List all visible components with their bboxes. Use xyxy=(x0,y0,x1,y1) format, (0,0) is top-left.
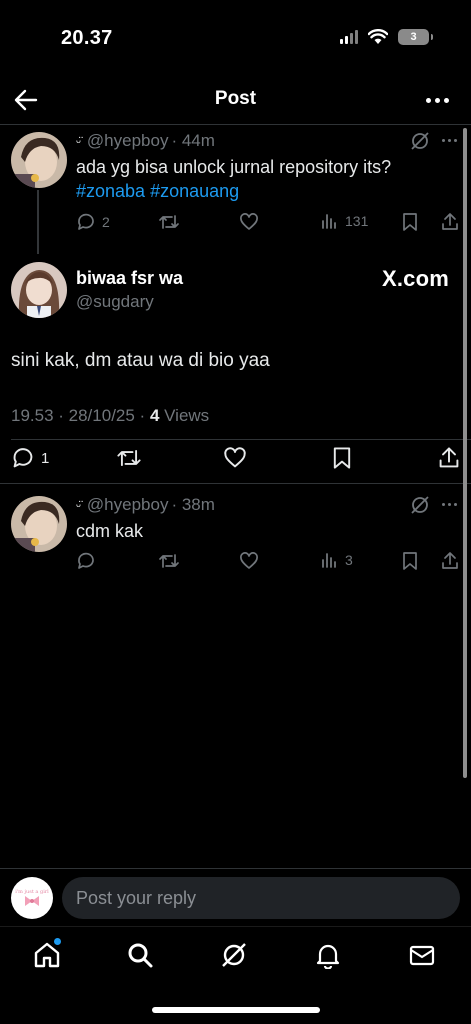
my-avatar[interactable]: i'm just a girl xyxy=(11,877,53,919)
grok-icon[interactable] xyxy=(410,495,430,515)
like-action[interactable] xyxy=(223,446,247,470)
repost-icon xyxy=(117,449,141,467)
avatar-image xyxy=(11,496,67,552)
reply-1-hashtags[interactable]: #zonaba #zonauang xyxy=(76,179,239,203)
views-count: 3 xyxy=(345,552,353,568)
share-icon xyxy=(442,552,458,569)
grok-icon xyxy=(222,943,246,967)
bookmark-icon xyxy=(333,447,351,469)
views-icon xyxy=(322,553,336,568)
views-count: 131 xyxy=(345,213,369,229)
comment-icon xyxy=(78,552,94,569)
reply-1-more-icon[interactable] xyxy=(442,139,457,142)
views-count[interactable]: 4 xyxy=(150,406,159,425)
page-title: Post xyxy=(214,88,257,109)
header: Post xyxy=(0,78,471,122)
post-meta: 19.53 · 28/10/25 · 4 Views xyxy=(11,406,209,426)
heart-icon xyxy=(224,447,246,468)
status-bar: 20.37 3 xyxy=(0,0,471,70)
like-action[interactable] xyxy=(239,551,259,571)
reply-count: 2 xyxy=(102,214,110,230)
bookmark-action[interactable] xyxy=(401,212,419,232)
reply-input[interactable] xyxy=(62,877,460,919)
bookmark-icon xyxy=(403,213,417,231)
author-handle[interactable]: @sugdary xyxy=(76,292,154,312)
tab-search[interactable] xyxy=(126,941,156,971)
bookmark-action[interactable] xyxy=(401,551,419,571)
avatar[interactable] xyxy=(11,496,67,552)
views-action[interactable]: 131 xyxy=(321,212,368,230)
avatar-image xyxy=(11,132,67,188)
repost-action[interactable] xyxy=(116,446,142,470)
heart-icon xyxy=(240,213,258,230)
bell-icon xyxy=(316,944,340,970)
repost-action[interactable] xyxy=(158,212,180,232)
comment-icon xyxy=(13,448,33,468)
like-action[interactable] xyxy=(239,212,259,232)
x-com-badge: X.com xyxy=(381,266,449,291)
home-indicator xyxy=(152,1007,320,1013)
reply-bar: i'm just a girl xyxy=(0,868,471,926)
reply-2-more-icon[interactable] xyxy=(442,503,457,506)
post-timestamp: 19.53 · 28/10/25 · xyxy=(11,406,150,425)
reply-1-time: · 44m xyxy=(171,131,215,150)
wifi-icon xyxy=(368,29,388,44)
share-icon xyxy=(439,447,459,468)
more-options-button[interactable] xyxy=(423,86,451,114)
bookmark-action[interactable] xyxy=(331,446,353,470)
views-action[interactable]: 3 xyxy=(321,551,353,569)
home-icon xyxy=(34,942,60,968)
search-icon xyxy=(128,943,153,968)
meta-divider xyxy=(11,439,471,440)
main-post-divider xyxy=(0,483,471,484)
tab-notifications[interactable] xyxy=(314,941,344,971)
heart-icon xyxy=(240,552,258,569)
repost-icon xyxy=(159,215,179,229)
signal-icon xyxy=(340,30,358,44)
thread-line xyxy=(37,190,39,254)
reply-2-handle[interactable]: @hyepboy xyxy=(87,495,169,515)
post-text: sini kak, dm atau wa di bio yaa xyxy=(11,350,270,371)
bookmark-icon xyxy=(403,552,417,570)
share-icon xyxy=(442,213,458,230)
tab-messages[interactable] xyxy=(408,941,438,971)
author-name[interactable]: biwaa fsr wa xyxy=(76,268,183,289)
views-label: Views xyxy=(159,406,210,425)
avatar-image xyxy=(11,262,67,318)
avatar[interactable] xyxy=(11,132,67,188)
comment-icon xyxy=(78,213,94,230)
reply-1-handle[interactable]: @hyepboy xyxy=(87,131,169,151)
reply-action[interactable] xyxy=(76,551,96,571)
reply-1-header: ᵕ̈ @hyepboy · 44m xyxy=(76,131,215,151)
repost-action[interactable] xyxy=(158,551,180,571)
avatar[interactable] xyxy=(11,262,67,318)
share-action[interactable] xyxy=(440,551,460,571)
repost-icon xyxy=(159,554,179,568)
mail-icon xyxy=(409,945,435,966)
battery-icon: 3 xyxy=(398,29,433,45)
status-time: 20.37 xyxy=(61,27,113,49)
grok-icon[interactable] xyxy=(410,131,430,151)
views-icon xyxy=(322,214,336,229)
scrollbar[interactable] xyxy=(463,128,467,778)
status-icons: 3 xyxy=(340,29,433,45)
reply-count: 1 xyxy=(41,449,50,467)
reply-1-text: ada yg bisa unlock jurnal repository its… xyxy=(76,157,392,177)
battery-level: 3 xyxy=(410,31,417,43)
reply-action[interactable]: 2 xyxy=(76,212,110,232)
bow-icon xyxy=(25,896,39,906)
reply-action[interactable]: 1 xyxy=(11,446,49,470)
user-emoji: ᵕ̈ xyxy=(76,133,81,149)
tab-home[interactable] xyxy=(33,938,63,971)
tab-grok[interactable] xyxy=(220,941,250,971)
user-emoji: ᵕ̈ xyxy=(76,497,81,513)
notification-dot xyxy=(54,938,61,945)
share-action[interactable] xyxy=(440,212,460,232)
reply-2-header: ᵕ̈ @hyepboy · 38m xyxy=(76,495,215,515)
reply-2-text: cdm kak xyxy=(76,521,144,541)
header-divider xyxy=(0,124,471,125)
reply-2-time: · 38m xyxy=(171,495,215,514)
share-action[interactable] xyxy=(437,446,461,470)
